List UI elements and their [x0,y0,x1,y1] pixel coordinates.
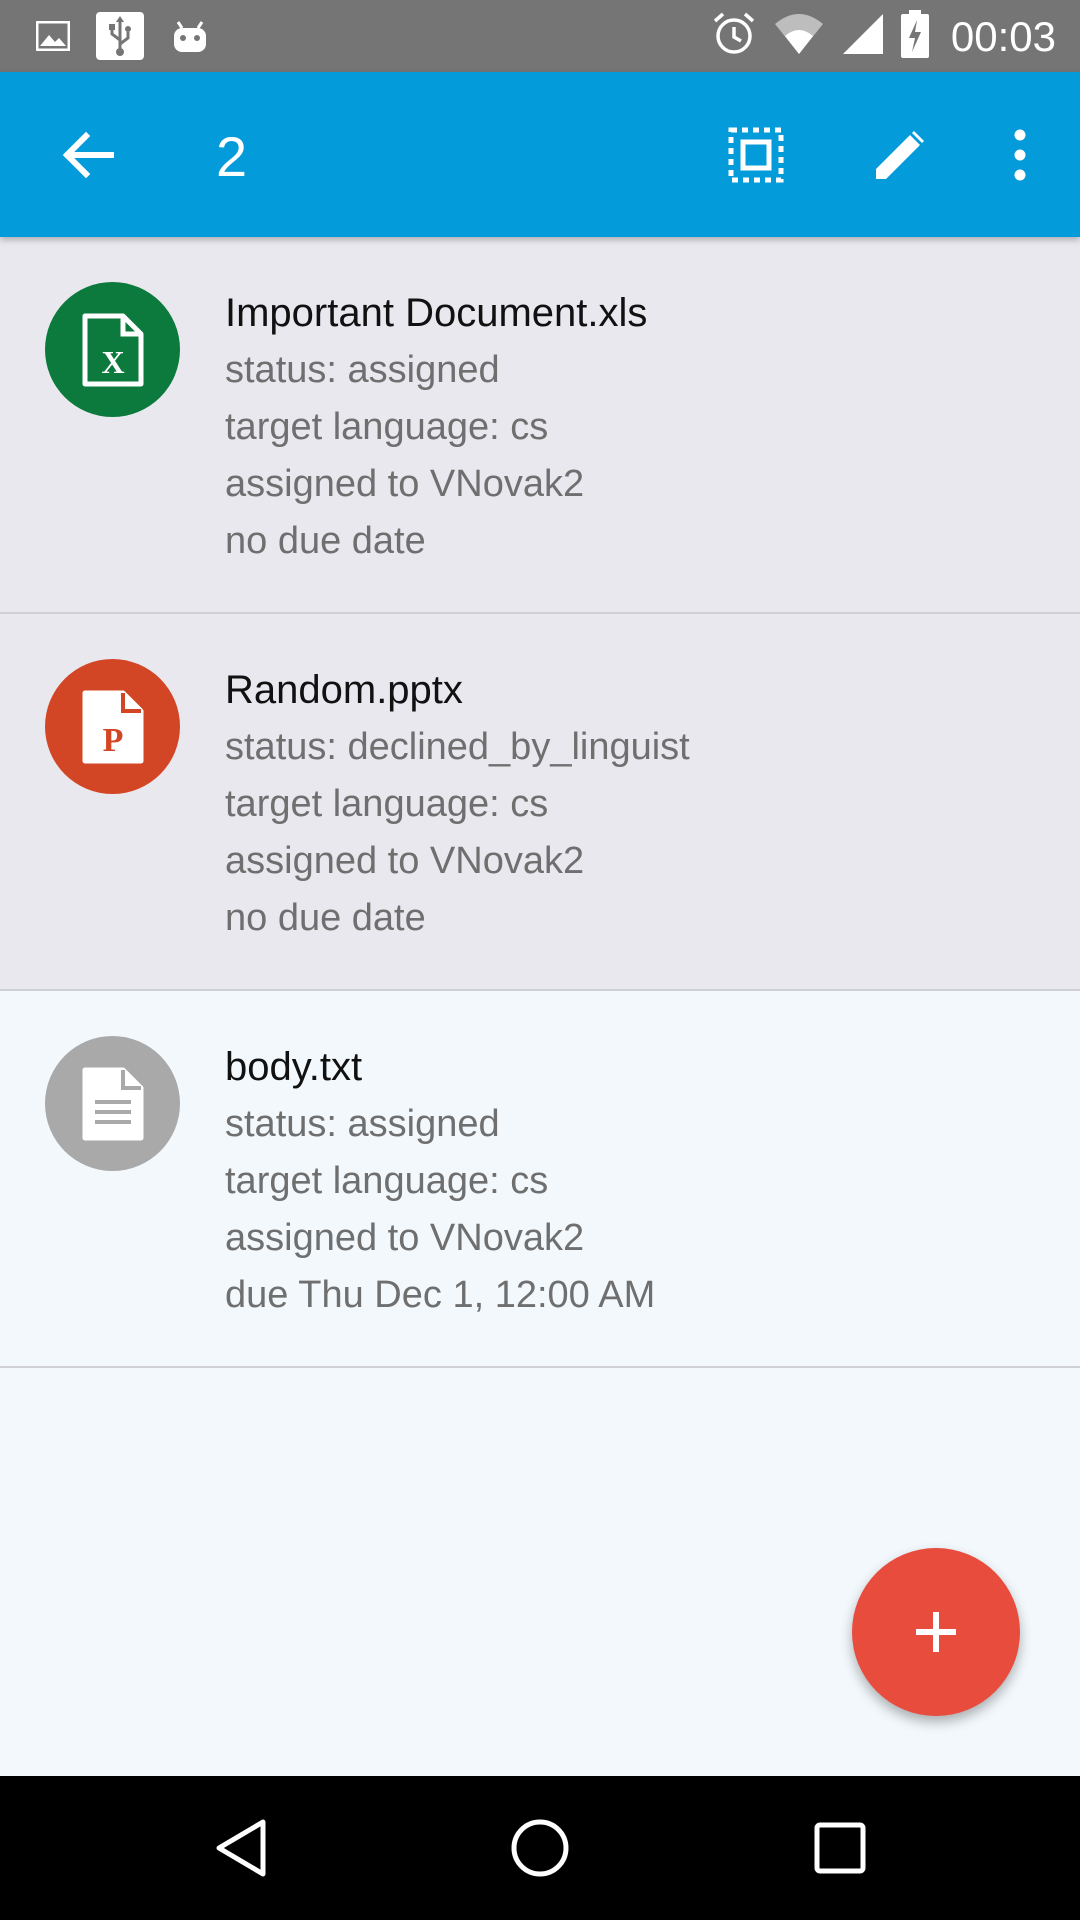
list-item[interactable]: X Important Document.xls status: assigne… [0,237,1080,614]
action-bar: 2 [0,72,1080,237]
task-list: X Important Document.xls status: assigne… [0,237,1080,1368]
svg-text:P: P [102,722,123,759]
item-title: Random.pptx [225,668,463,712]
alarm-icon [711,11,757,62]
usb-icon [96,12,144,65]
back-arrow-icon[interactable] [52,119,124,191]
add-button[interactable] [852,1548,1020,1716]
battery-charging-icon [900,10,929,63]
wifi-icon [773,12,825,61]
item-target-language: target language: cs [225,1160,549,1202]
list-item[interactable]: P Random.pptx status: declined_by_lingui… [0,614,1080,991]
item-assignee: assigned to VNovak2 [225,1217,585,1259]
item-title: body.txt [225,1045,363,1089]
home-circle-icon[interactable] [504,1812,576,1884]
svg-text:X: X [101,344,124,380]
image-icon [35,20,71,56]
item-status: status: declined_by_linguist [225,726,690,768]
edit-icon[interactable] [864,119,936,191]
item-status: status: assigned [225,349,500,391]
navigation-bar [0,1776,1080,1920]
item-status: status: assigned [225,1103,500,1145]
item-due: no due date [225,520,426,562]
android-icon [170,16,210,61]
item-assignee: assigned to VNovak2 [225,463,585,505]
selected-count: 2 [216,125,248,188]
select-all-icon[interactable] [720,119,792,191]
item-target-language: target language: cs [225,406,549,448]
status-bar: 00:03 [0,0,1080,72]
item-title: Important Document.xls [225,291,648,335]
excel-file-icon: X [45,282,180,417]
list-item[interactable]: body.txt status: assigned target languag… [0,991,1080,1368]
text-file-icon [45,1036,180,1171]
plus-icon [916,1612,956,1652]
more-vert-icon[interactable] [1000,119,1040,191]
powerpoint-file-icon: P [45,659,180,794]
back-triangle-icon[interactable] [205,1812,277,1884]
clock: 00:03 [950,12,1056,60]
recents-square-icon[interactable] [804,1812,876,1884]
item-due: no due date [225,897,426,939]
item-target-language: target language: cs [225,783,549,825]
item-due: due Thu Dec 1, 12:00 AM [225,1274,656,1316]
signal-icon [841,12,885,61]
item-assignee: assigned to VNovak2 [225,840,585,882]
